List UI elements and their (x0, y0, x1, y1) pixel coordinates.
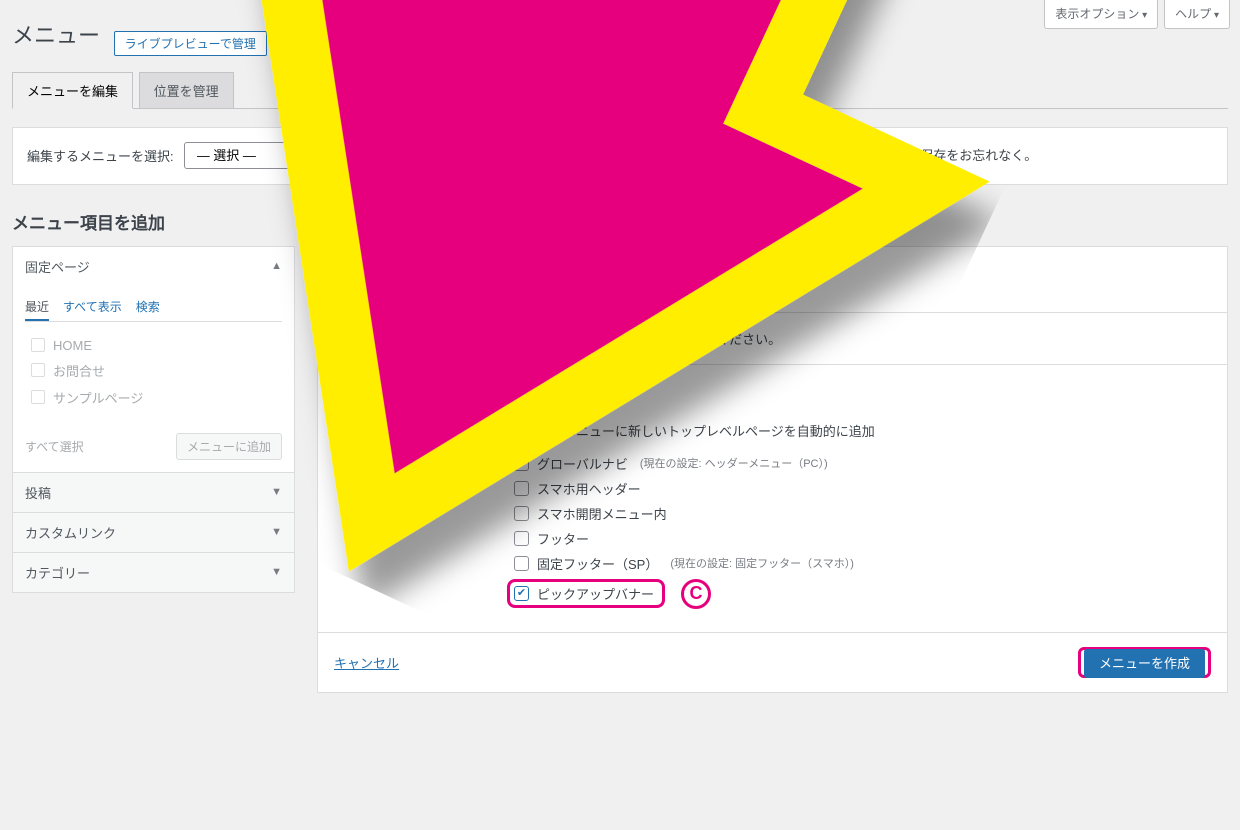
chevron-down-icon: ▼ (271, 486, 282, 498)
location-option-label: ピックアップバナー (537, 584, 654, 603)
location-checkbox[interactable] (514, 506, 529, 521)
menu-name-input[interactable] (416, 267, 666, 292)
page-checkbox[interactable] (31, 390, 45, 404)
location-checkbox[interactable] (514, 586, 529, 601)
accordion-posts-title: 投稿 (25, 483, 51, 502)
add-menu-items-heading: メニュー項目を追加 (12, 209, 295, 234)
page-item[interactable]: サンプルページ (25, 384, 282, 411)
page-item-label: HOME (53, 338, 92, 353)
nav-tabs: メニューを編集 位置を管理 (12, 72, 1228, 109)
chevron-down-icon: ▼ (271, 526, 282, 538)
location-option-label: スマホ開閉メニュー内 (537, 504, 667, 523)
create-menu-button[interactable]: メニューを作成 (1084, 649, 1205, 678)
annotation-highlight-b (409, 261, 673, 298)
inner-tab-search[interactable]: 検索 (136, 298, 160, 315)
page-checkbox[interactable] (31, 338, 45, 352)
accordion-pages-title: 固定ページ (25, 257, 90, 276)
menu-structure-heading: メニュー構造 (317, 209, 1228, 234)
page-title: メニュー (12, 18, 100, 50)
location-option-note: (現在の設定: 固定フッター（スマホ）) (670, 555, 854, 571)
tab-manage-locations[interactable]: 位置を管理 (139, 72, 234, 108)
menu-instruction-text: メニューに名前をつけ、「メニューを作成」ボタンをクリックしてください。 (318, 313, 1227, 364)
menu-location-label: メニューの位置 (334, 451, 514, 470)
location-checkbox[interactable] (514, 531, 529, 546)
inner-tab-all[interactable]: すべて表示 (63, 298, 122, 315)
location-option-label: フッター (537, 529, 589, 548)
menu-select-label: 編集するメニューを選択: (27, 146, 174, 165)
menu-select-button[interactable]: 選択 (514, 141, 566, 170)
menu-name-label: メニュー名 (334, 270, 399, 289)
location-option-label: グローバルナビ (537, 454, 628, 473)
menu-settings-heading: メニュー設定 (334, 381, 1211, 402)
menu-items-accordion: 固定ページ ▲ 最近 すべて表示 検索 HOME お問合せサンプルページ すべて選… (12, 246, 295, 593)
chevron-down-icon: ▼ (271, 566, 282, 578)
annotation-b: B (691, 264, 721, 294)
auto-add-option-text: このメニューに新しいトップレベルページを自動的に追加 (537, 421, 875, 440)
accordion-categories-header[interactable]: カテゴリー ▼ (13, 553, 294, 592)
page-item[interactable]: お問合せ (25, 357, 282, 384)
page-item[interactable]: HOME (25, 334, 282, 357)
location-option-label: 固定フッター（SP） (537, 554, 658, 573)
annotation-highlight-create-btn: メニューを作成 (1078, 647, 1211, 678)
accordion-customlinks-header[interactable]: カスタムリンク ▼ (13, 513, 294, 552)
menu-select-bar: 編集するメニューを選択: — 選択 — 選択 また は 新しいメニューを作成しま… (12, 127, 1228, 185)
add-to-menu-button[interactable]: メニューに追加 (176, 433, 282, 460)
location-checkbox[interactable] (514, 556, 529, 571)
location-option-label: スマホ用ヘッダー (537, 479, 641, 498)
chevron-up-icon: ▲ (271, 260, 282, 272)
annotation-highlight-c: ピックアップバナー (507, 579, 665, 608)
live-preview-button[interactable]: ライブプレビューで管理 (114, 31, 267, 56)
menu-select-dropdown[interactable]: — 選択 — (184, 142, 504, 169)
annotation-highlight-a: 新しいメニューを作成しましょう (618, 140, 831, 169)
accordion-categories-title: カテゴリー (25, 563, 90, 582)
accordion-pages-header[interactable]: 固定ページ ▲ (13, 247, 294, 286)
location-checkbox[interactable] (514, 481, 529, 496)
accordion-customlinks-title: カスタムリンク (25, 523, 116, 542)
or-text: また (576, 148, 602, 163)
location-checkbox[interactable] (514, 456, 529, 471)
auto-add-checkbox[interactable] (514, 423, 529, 438)
menu-edit-panel: メニュー名 B メニューに名前をつけ、「メニューを作成」ボタンをクリックしてくだ… (317, 246, 1228, 693)
inner-tab-recent[interactable]: 最近 (25, 298, 49, 321)
select-all-link[interactable]: すべて選択 (25, 438, 84, 455)
accordion-posts-header[interactable]: 投稿 ▼ (13, 473, 294, 512)
page-item-label: お問合せ (53, 361, 105, 380)
page-item-label: サンプルページ (53, 388, 143, 407)
location-option-note: (現在の設定: ヘッダーメニュー（PC）) (640, 455, 828, 471)
auto-add-label: 固定ページを自動追加 (334, 418, 514, 437)
annotation-c: C (681, 579, 711, 609)
cancel-link[interactable]: キャンセル (334, 653, 399, 672)
reminder-text: 変更を保存をお忘れなく。 (881, 148, 1037, 163)
create-new-menu-link[interactable]: 新しいメニューを作成しましょう (627, 148, 822, 163)
page-checkbox[interactable] (31, 363, 45, 377)
tab-edit-menus[interactable]: メニューを編集 (12, 72, 133, 109)
